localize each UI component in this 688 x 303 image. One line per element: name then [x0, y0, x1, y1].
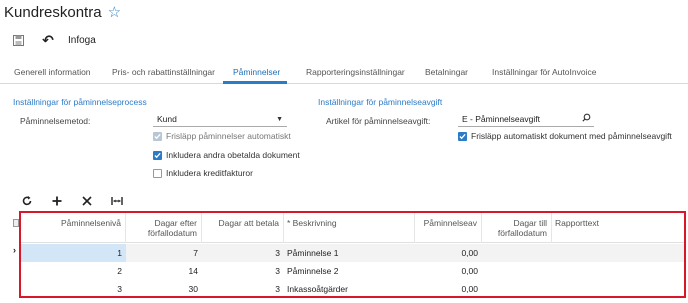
- fee-article-lookup[interactable]: E - Påminnelseavgift: [458, 113, 594, 127]
- checkbox-unchecked: [153, 168, 162, 178]
- tab-payments[interactable]: Betalningar: [425, 67, 468, 77]
- insert-button[interactable]: Infoga: [68, 35, 96, 46]
- tab-general-information[interactable]: Generell information: [14, 67, 91, 77]
- add-row-button[interactable]: [50, 194, 64, 208]
- plus-icon: [52, 196, 62, 206]
- include-other-unpaid-checkbox[interactable]: Inkludera andra obetalda dokument: [153, 150, 300, 160]
- tab-reporting-settings[interactable]: Rapporteringsinställningar: [306, 67, 405, 77]
- undo-icon: ↶: [42, 31, 54, 48]
- fee-article-label: Artikel för påminnelseavgift:: [326, 116, 431, 126]
- close-icon: [82, 196, 92, 206]
- fee-article-value: E - Påminnelseavgift: [462, 114, 540, 124]
- fit-width-icon: [111, 197, 123, 205]
- checkbox-checked: [153, 150, 162, 160]
- fee-section-title: Inställningar för påminnelseavgift: [318, 97, 443, 107]
- refresh-icon: [22, 196, 32, 206]
- tab-autoinvoice-settings[interactable]: Inställningar för AutoInvoice: [492, 67, 596, 77]
- fit-columns-button[interactable]: [110, 194, 124, 208]
- save-icon: [12, 34, 24, 46]
- checkbox-checked-disabled: [153, 131, 162, 141]
- favorite-star-icon[interactable]: ☆: [108, 5, 121, 20]
- reminder-method-select[interactable]: Kund ▼: [153, 113, 287, 127]
- search-icon[interactable]: [582, 113, 591, 126]
- title-row: Kundreskontra ☆: [4, 2, 121, 22]
- include-credit-invoices-label: Inkludera kreditfakturor: [166, 168, 253, 178]
- highlight-outline: [19, 211, 686, 298]
- auto-release-reminders-label: Frisläpp påminnelser automatiskt: [166, 131, 291, 141]
- delete-row-button[interactable]: [80, 194, 94, 208]
- undo-button[interactable]: ↶: [40, 32, 56, 48]
- grid-toolbar: [20, 194, 140, 208]
- current-row-indicator-icon: ›: [13, 245, 16, 255]
- process-section-title: Inställningar för påminnelseprocess: [13, 97, 147, 107]
- main-toolbar: ↶ Infoga: [10, 32, 96, 48]
- page-title: Kundreskontra: [4, 3, 102, 21]
- reminder-method-label: Påminnelsemetod:: [20, 116, 91, 126]
- tab-reminders[interactable]: Påminnelser: [233, 67, 280, 77]
- active-tab-indicator: [223, 81, 287, 84]
- tab-price-discount-settings[interactable]: Pris- och rabattinställningar: [112, 67, 215, 77]
- reminder-method-value: Kund: [157, 114, 177, 124]
- save-button[interactable]: [10, 32, 26, 48]
- auto-release-reminders-checkbox[interactable]: Frisläpp påminnelser automatiskt: [153, 131, 291, 141]
- refresh-button[interactable]: [20, 194, 34, 208]
- auto-release-fee-document-label: Frisläpp automatiskt dokument med påminn…: [471, 131, 672, 141]
- include-credit-invoices-checkbox[interactable]: Inkludera kreditfakturor: [153, 168, 253, 178]
- checkbox-checked: [458, 131, 467, 141]
- include-other-unpaid-label: Inkludera andra obetalda dokument: [166, 150, 300, 160]
- tab-bar: Generell information Pris- och rabattins…: [0, 62, 688, 84]
- chevron-down-icon: ▼: [276, 116, 283, 123]
- auto-release-fee-document-checkbox[interactable]: Frisläpp automatiskt dokument med påminn…: [458, 131, 672, 141]
